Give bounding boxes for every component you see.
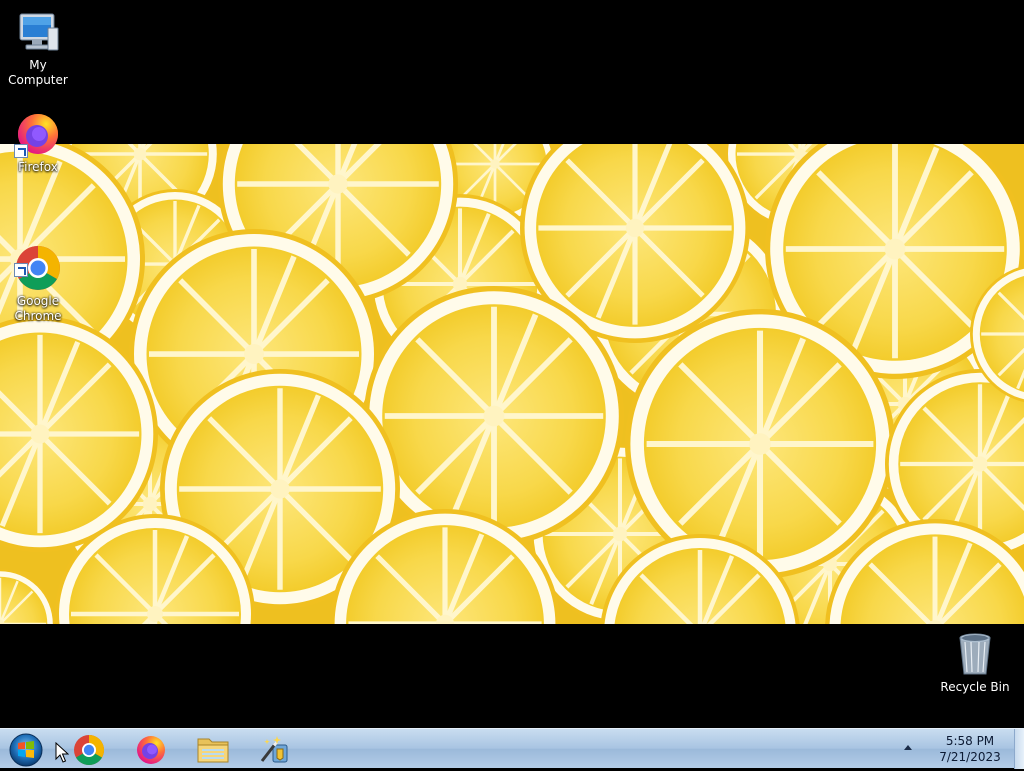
recycle-bin-icon xyxy=(951,630,999,678)
shortcut-arrow-icon xyxy=(14,144,28,158)
desktop-icon-label: Google Chrome xyxy=(14,294,62,323)
desktop-icon-label: My Computer xyxy=(8,58,68,87)
computer-icon xyxy=(14,8,62,56)
chrome-icon xyxy=(74,735,105,766)
mouse-cursor-icon xyxy=(55,741,70,768)
desktop-icon-label: Firefox xyxy=(18,160,58,174)
clock-date: 7/21/2023 xyxy=(939,750,1001,764)
clock[interactable]: 5:58 PM 7/21/2023 xyxy=(928,733,1012,765)
taskbar-wizard-button[interactable] xyxy=(250,731,300,767)
wizard-icon xyxy=(260,736,288,763)
desktop: My Computer Firefox Google Chrome Recycl… xyxy=(0,0,1024,728)
folder-icon xyxy=(197,738,229,763)
firefox-icon xyxy=(137,736,165,764)
firefox-icon xyxy=(14,110,62,158)
desktop-icon-chrome[interactable]: Google Chrome xyxy=(0,214,76,324)
desktop-icon-firefox[interactable]: Firefox xyxy=(0,110,76,175)
start-button[interactable] xyxy=(6,731,46,767)
show-hidden-icons-icon[interactable] xyxy=(904,745,912,750)
chrome-icon xyxy=(14,229,62,290)
windows-start-icon xyxy=(9,733,43,767)
taskbar-file-explorer-button[interactable] xyxy=(188,731,238,767)
show-desktop-button[interactable] xyxy=(1014,729,1024,769)
desktop-icon-recycle-bin[interactable]: Recycle Bin xyxy=(937,630,1013,695)
system-tray: 5:58 PM 7/21/2023 xyxy=(904,729,1012,769)
clock-time: 5:58 PM xyxy=(945,734,995,748)
wallpaper-lemons xyxy=(0,144,1024,624)
taskbar-firefox-button[interactable] xyxy=(126,731,176,767)
taskbar: 5:58 PM 7/21/2023 xyxy=(0,728,1024,769)
desktop-icon-label: Recycle Bin xyxy=(940,680,1010,694)
shortcut-arrow-icon xyxy=(14,263,28,277)
taskbar-chrome-button[interactable] xyxy=(64,731,114,767)
desktop-icon-my-computer[interactable]: My Computer xyxy=(0,8,76,88)
